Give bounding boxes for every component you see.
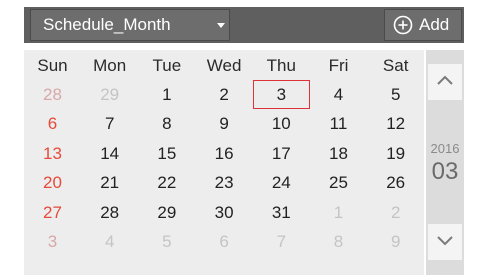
calendar-day[interactable]: 26: [367, 169, 424, 198]
calendar-day[interactable]: 19: [367, 139, 424, 168]
calendar-day[interactable]: 16: [196, 139, 253, 168]
weekday-header-sun: Sun: [37, 55, 68, 75]
calendar-day[interactable]: 5: [367, 80, 424, 109]
caret-down-icon: [217, 23, 225, 28]
weekday-header-fri: Fri: [328, 55, 349, 75]
calendar-day[interactable]: 31: [253, 198, 310, 227]
calendar-day[interactable]: 14: [81, 139, 138, 168]
calendar-day[interactable]: 3: [24, 227, 81, 256]
calendar-day[interactable]: 24: [253, 169, 310, 198]
next-month-button[interactable]: [428, 224, 462, 260]
previous-month-button[interactable]: [428, 64, 462, 100]
weekday-header-thu: Thu: [266, 55, 296, 75]
calendar-day[interactable]: 18: [310, 139, 367, 168]
calendar-day[interactable]: 21: [81, 169, 138, 198]
chevron-down-icon: [436, 233, 454, 251]
plus-circle-icon: [393, 15, 413, 35]
calendar-day[interactable]: 4: [81, 227, 138, 256]
calendar-day[interactable]: 5: [138, 227, 195, 256]
chevron-up-icon: [436, 73, 454, 91]
calendar-day[interactable]: 17: [253, 139, 310, 168]
calendar-day[interactable]: 12: [367, 110, 424, 139]
year-label: 2016: [430, 141, 460, 156]
add-button-label: Add: [419, 15, 450, 34]
calendar-day[interactable]: 1: [138, 80, 195, 109]
calendar-day[interactable]: 2: [196, 80, 253, 109]
month-calendar-grid: Sun Mon Tue Wed Thu Fri Sat 28 29 1 2 3 4 5 6 7 8 9 10 11 12…: [24, 50, 424, 275]
calendar-day[interactable]: 27: [24, 198, 81, 227]
calendar-day[interactable]: 29: [81, 80, 138, 109]
calendar-day[interactable]: 25: [310, 169, 367, 198]
calendar-day[interactable]: 8: [138, 110, 195, 139]
calendar-day-today[interactable]: 3: [252, 80, 310, 110]
calendar-day[interactable]: 30: [196, 198, 253, 227]
calendar-day[interactable]: 7: [81, 110, 138, 139]
calendar-day[interactable]: 2: [367, 198, 424, 227]
calendar-day[interactable]: 9: [196, 110, 253, 139]
weekday-header-wed: Wed: [206, 55, 242, 75]
calendar-day[interactable]: 15: [138, 139, 195, 168]
calendar-day[interactable]: 11: [310, 110, 367, 139]
calendar-day[interactable]: 22: [138, 169, 195, 198]
calendar-day[interactable]: 13: [24, 139, 81, 168]
view-selector-dropdown[interactable]: Schedule_Month: [30, 9, 230, 41]
weekday-header-sat: Sat: [382, 55, 409, 75]
calendar-day[interactable]: 6: [24, 110, 81, 139]
view-selector-label: Schedule_Month: [43, 15, 171, 34]
calendar-day[interactable]: 6: [196, 227, 253, 256]
calendar-day[interactable]: 1: [310, 198, 367, 227]
calendar-day[interactable]: 29: [138, 198, 195, 227]
weekday-header-tue: Tue: [152, 55, 182, 75]
month-label: 03: [431, 158, 459, 185]
calendar-day[interactable]: 4: [310, 80, 367, 109]
weekday-header-mon: Mon: [93, 55, 127, 75]
calendar-day[interactable]: 23: [196, 169, 253, 198]
calendar-day[interactable]: 8: [310, 227, 367, 256]
calendar-day[interactable]: 20: [24, 169, 81, 198]
toolbar: Schedule_Month Add: [24, 7, 464, 43]
calendar-day[interactable]: 28: [24, 80, 81, 109]
calendar-day[interactable]: 10: [253, 110, 310, 139]
add-button[interactable]: Add: [384, 9, 462, 41]
calendar-day[interactable]: 9: [367, 227, 424, 256]
calendar-day[interactable]: 7: [253, 227, 310, 256]
month-navigator: 2016 03: [426, 50, 464, 275]
calendar-day[interactable]: 28: [81, 198, 138, 227]
